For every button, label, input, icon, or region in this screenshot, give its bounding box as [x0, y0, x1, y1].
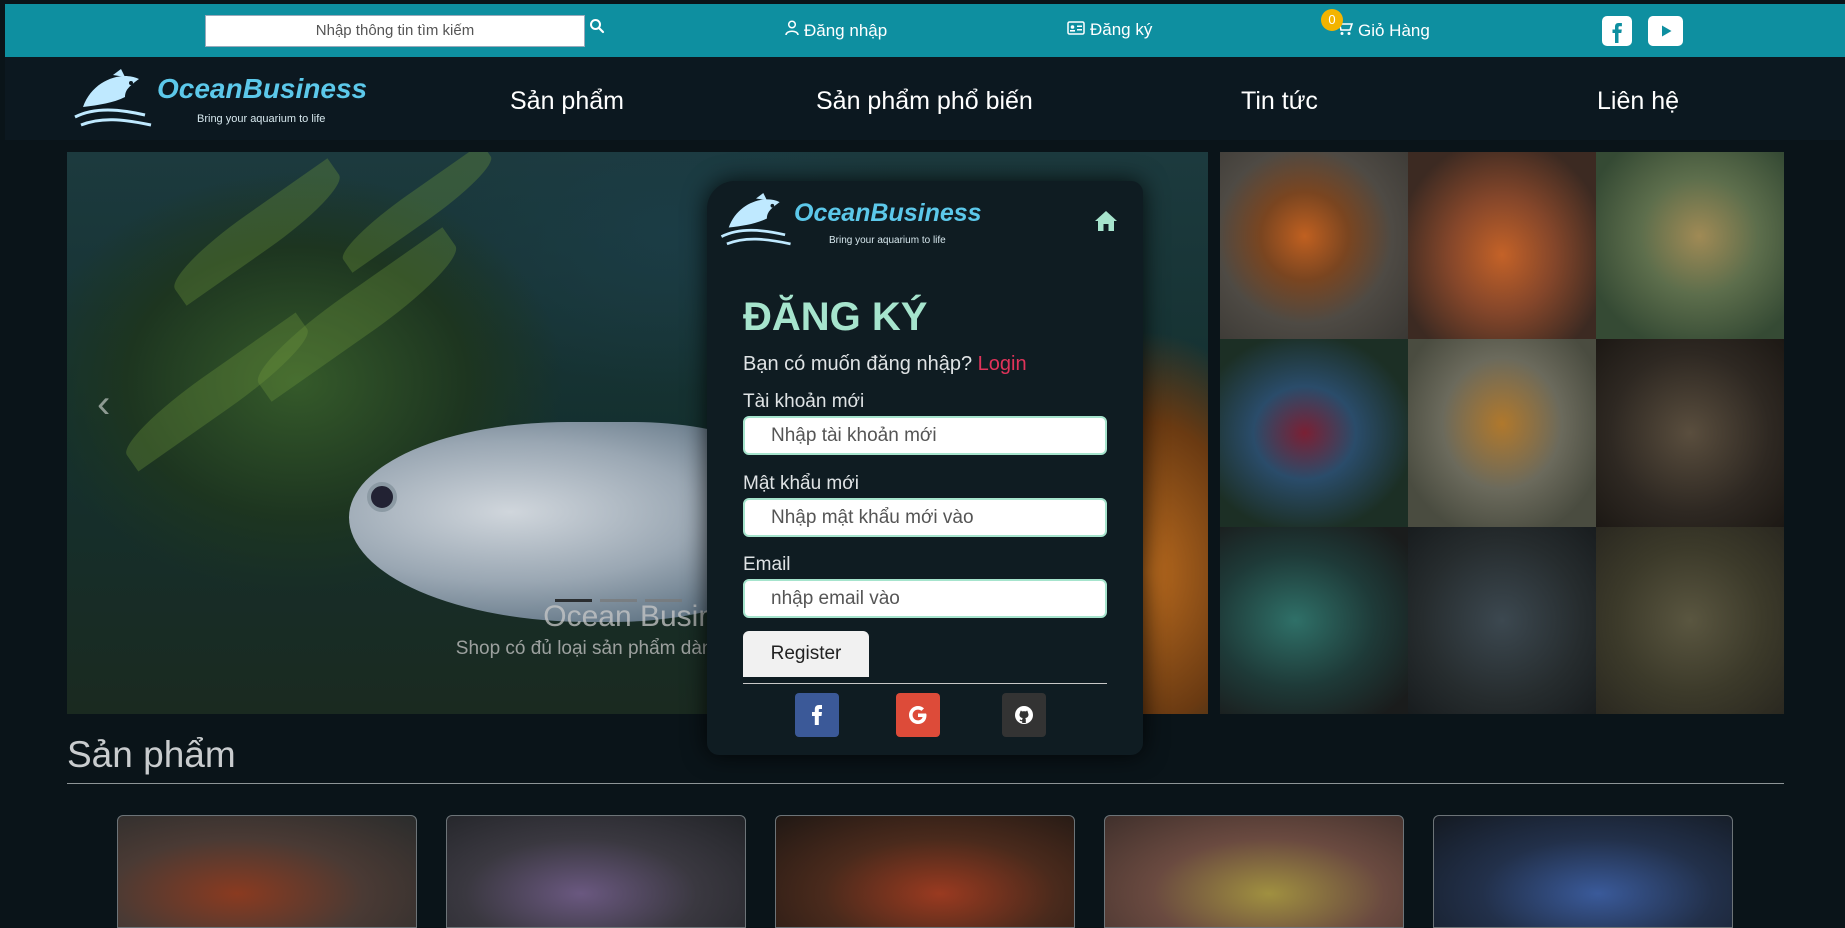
password-label: Mật khẩu mới: [743, 473, 859, 494]
email-label: Email: [743, 554, 791, 575]
gallery-tile-rosy-barb[interactable]: [1408, 152, 1596, 340]
gallery-tile-angelfish[interactable]: [1596, 526, 1784, 714]
username-label: Tài khoản mới: [743, 391, 865, 412]
nav-products[interactable]: Sản phẩm: [510, 87, 624, 116]
modal-brand-tagline: Bring your aquarium to life: [829, 235, 946, 246]
email-input[interactable]: nhập email vào: [743, 579, 1107, 618]
main-navbar: OceanBusiness Bring your aquarium to lif…: [5, 57, 1845, 140]
facebook-icon[interactable]: [1602, 16, 1632, 46]
gallery-tile-clownfish[interactable]: [1220, 152, 1408, 340]
id-card-icon: [1067, 20, 1085, 40]
github-icon: [1015, 706, 1033, 724]
product-card[interactable]: [1433, 815, 1733, 928]
cart-count-badge: 0: [1321, 9, 1343, 31]
brand-tagline: Bring your aquarium to life: [197, 113, 326, 125]
product-card[interactable]: [1104, 815, 1404, 928]
gallery-tile-pleco[interactable]: [1596, 339, 1784, 527]
login-prompt: Bạn có muốn đăng nhập? Login: [743, 353, 1027, 376]
login-link[interactable]: Đăng nhập: [785, 20, 887, 41]
cart-link[interactable]: Giỏ Hàng: [1335, 20, 1430, 41]
fish-logo-icon: [720, 193, 791, 246]
search-input[interactable]: Nhập thông tin tìm kiếm: [205, 15, 585, 47]
nav-contact[interactable]: Liên hệ: [1597, 87, 1679, 116]
carousel-prev-arrow[interactable]: ‹: [97, 382, 110, 427]
login-link-modal[interactable]: Login: [978, 353, 1027, 375]
modal-brand-logo: OceanBusiness Bring your aquarium to lif…: [719, 193, 982, 255]
home-icon[interactable]: [1093, 209, 1119, 238]
modal-divider: [743, 683, 1107, 684]
gallery-tile-guppies[interactable]: [1596, 152, 1784, 340]
gallery-tile-clown-loach[interactable]: [1408, 339, 1596, 527]
facebook-icon: [812, 705, 822, 725]
products-section-title: Sản phẩm: [67, 734, 236, 775]
nav-news[interactable]: Tin tức: [1241, 87, 1318, 116]
brand-logo[interactable]: OceanBusiness Bring your aquarium to lif…: [73, 69, 367, 131]
register-modal: OceanBusiness Bring your aquarium to lif…: [707, 181, 1143, 755]
password-input[interactable]: Nhập mật khẩu mới vào: [743, 498, 1107, 537]
top-bar: Nhập thông tin tìm kiếm Đăng nhập Đăng k…: [5, 4, 1845, 57]
nav-popular-products[interactable]: Sản phẩm phổ biến: [816, 87, 1033, 116]
facebook-signup-button[interactable]: [795, 693, 839, 737]
register-button[interactable]: Register: [743, 631, 869, 677]
modal-brand-name: OceanBusiness: [794, 199, 982, 227]
product-card[interactable]: [446, 815, 746, 928]
product-card[interactable]: [117, 815, 417, 928]
cart-label: Giỏ Hàng: [1358, 20, 1430, 40]
gallery-tile-tetras[interactable]: [1408, 526, 1596, 714]
brand-name: OceanBusiness: [157, 73, 368, 104]
fish-gallery: [1220, 152, 1784, 714]
username-input[interactable]: Nhập tài khoản mới: [743, 416, 1107, 455]
github-signup-button[interactable]: [1002, 693, 1046, 737]
google-signup-button[interactable]: [896, 693, 940, 737]
product-card[interactable]: [775, 815, 1075, 928]
section-divider: [67, 783, 1784, 784]
fish-logo-icon: [74, 69, 152, 127]
search-icon[interactable]: [589, 18, 613, 42]
login-label: Đăng nhập: [804, 20, 888, 40]
youtube-icon[interactable]: [1648, 16, 1683, 46]
user-icon: [785, 20, 799, 41]
login-prompt-text: Bạn có muốn đăng nhập?: [743, 353, 973, 375]
register-label: Đăng ký: [1090, 20, 1153, 39]
gallery-tile-betta-teal[interactable]: [1220, 526, 1408, 714]
register-link[interactable]: Đăng ký: [1067, 20, 1152, 40]
register-title: ĐĂNG KÝ: [743, 295, 928, 339]
google-icon: [909, 706, 927, 724]
gallery-tile-betta-blue-red[interactable]: [1220, 339, 1408, 527]
